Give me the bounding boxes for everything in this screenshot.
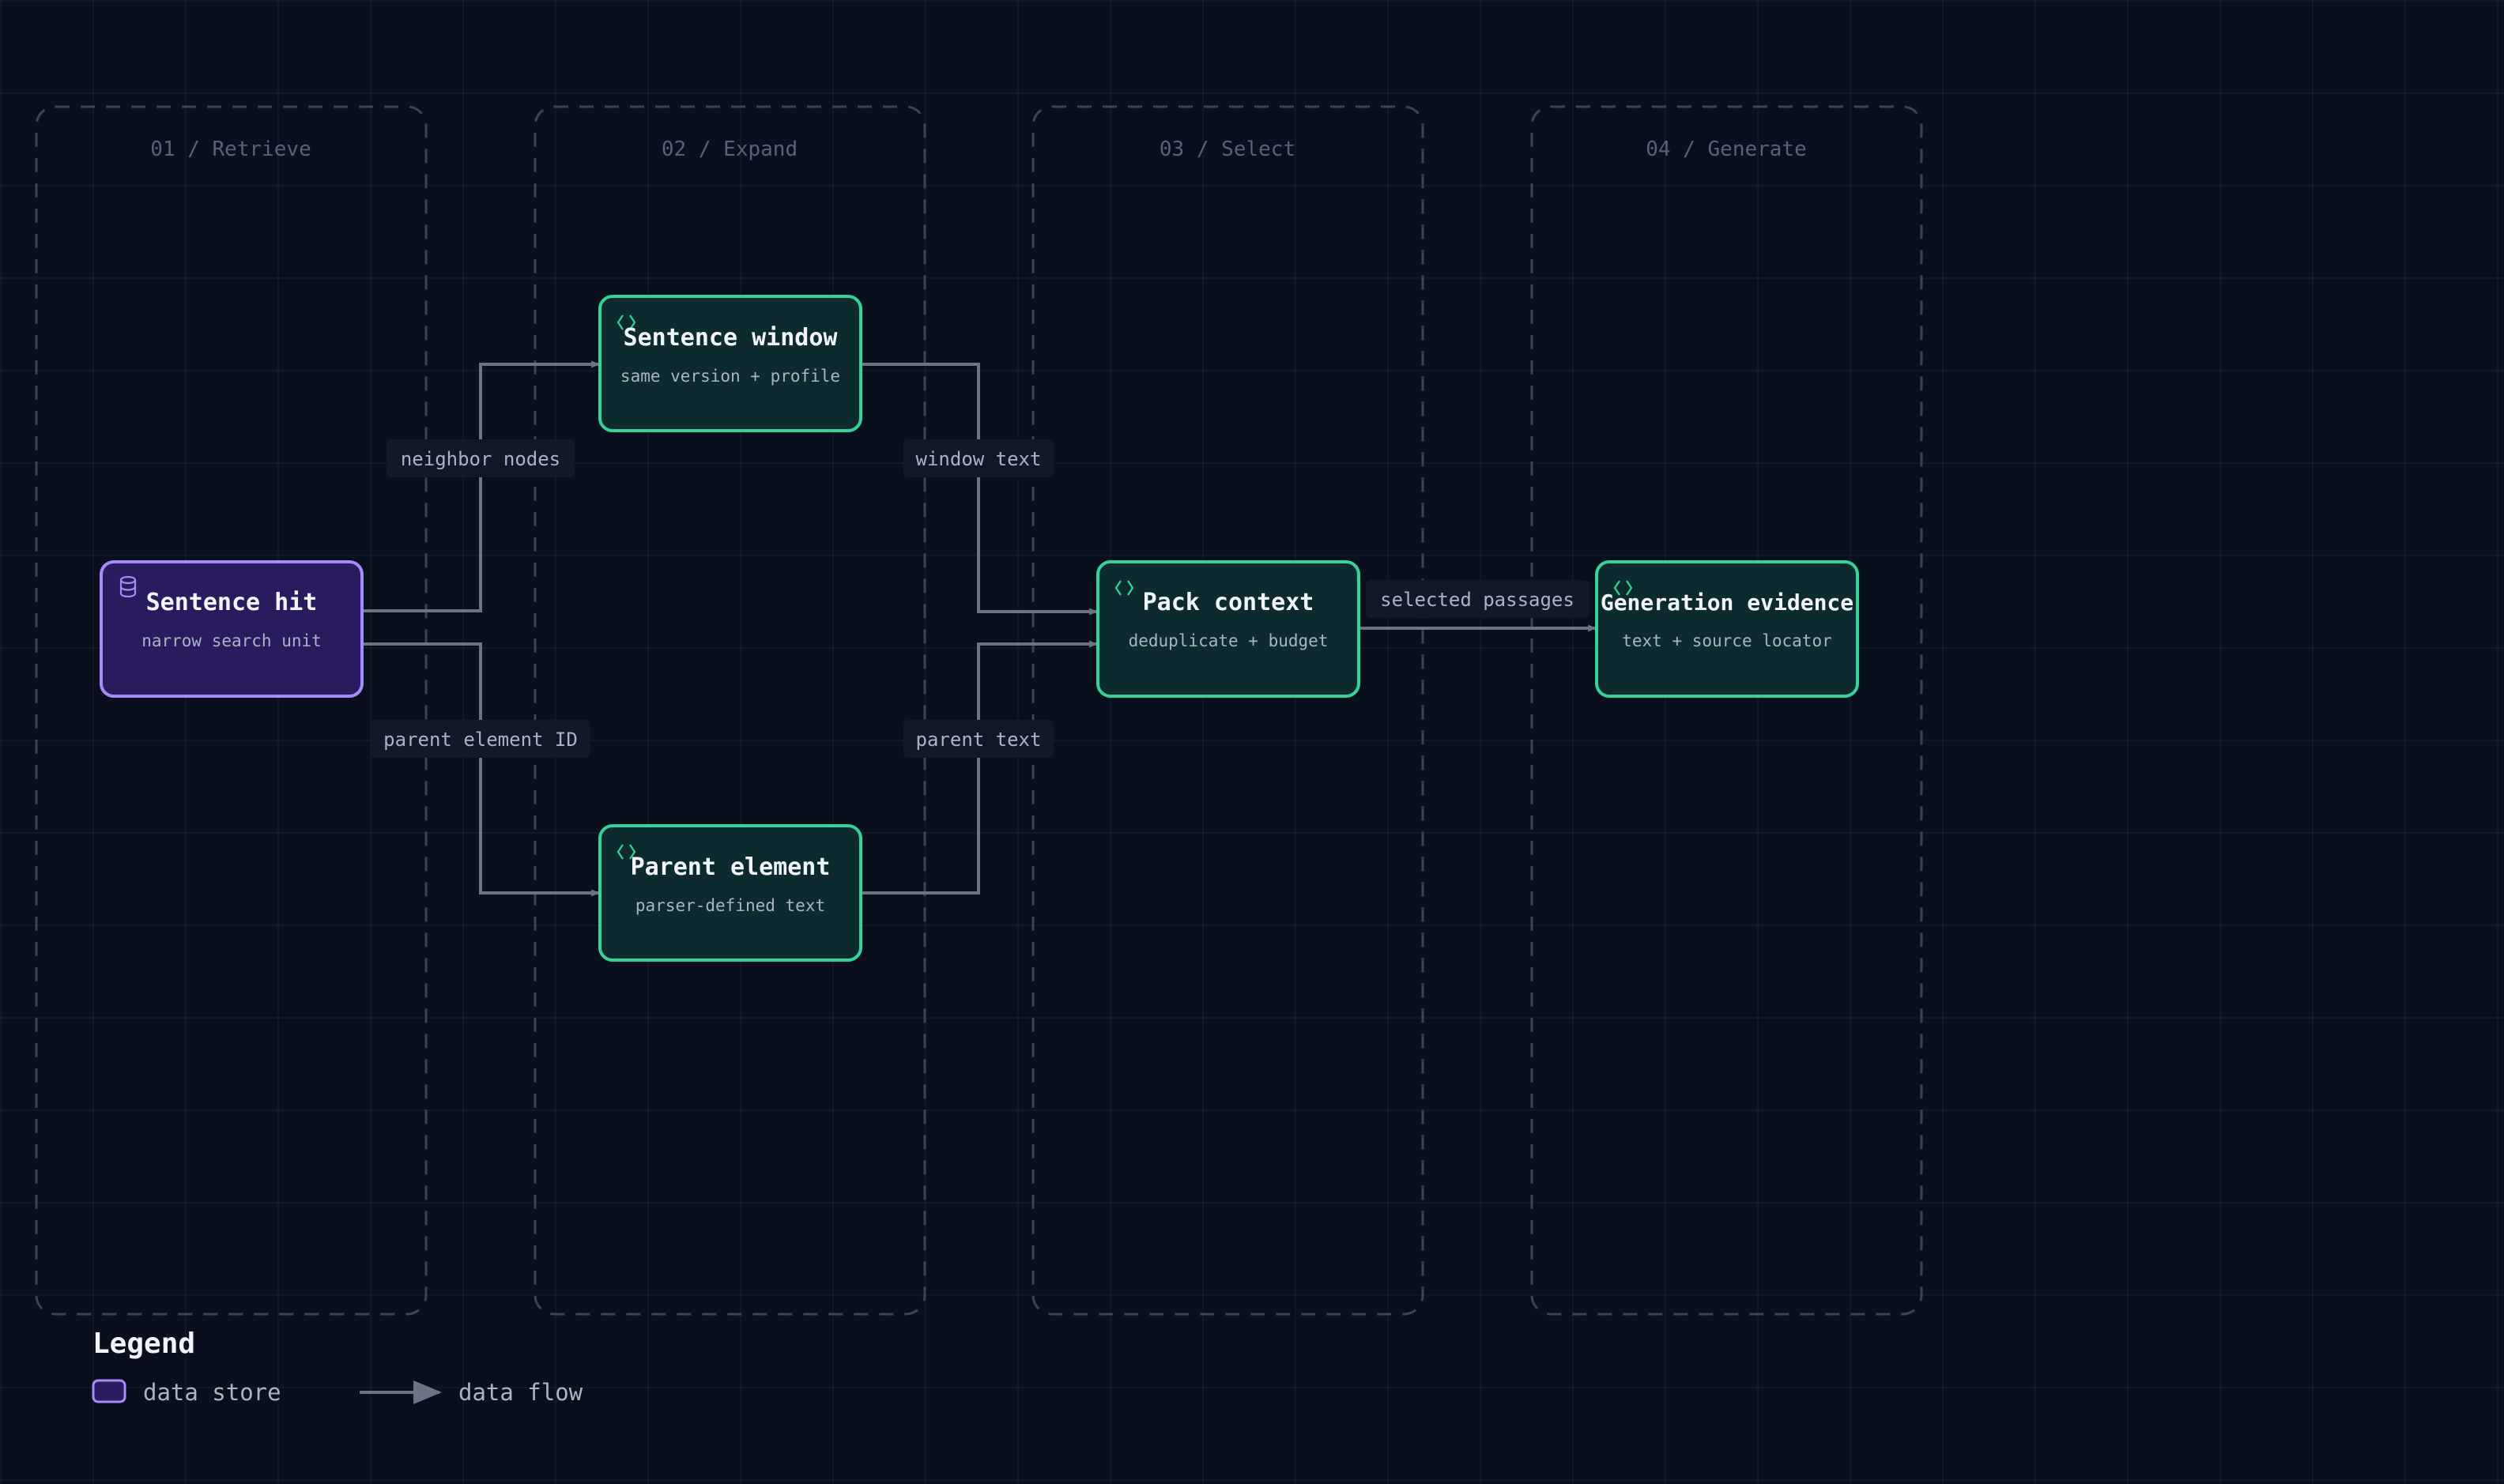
edge-parent-text [861, 640, 1098, 895]
node-subtitle: text + source locator [1622, 631, 1832, 650]
svg-text:selected passages: selected passages [1380, 589, 1574, 611]
node-title: Sentence window [624, 324, 839, 352]
edge-label-window-text: window text [903, 439, 1054, 477]
legend-store-swatch [92, 1379, 126, 1403]
svg-text:neighbor nodes: neighbor nodes [401, 448, 560, 470]
edge-label-parent-element-id: parent element ID [371, 720, 590, 758]
svg-text:window text: window text [916, 448, 1042, 470]
node-generation-evidence[interactable]: Generation evidence text + source locato… [1595, 560, 1859, 698]
node-sentence-hit[interactable]: Sentence hit narrow search unit [100, 560, 364, 698]
edge-label-neighbor-nodes: neighbor nodes [387, 439, 575, 477]
svg-text:parent text: parent text [916, 729, 1042, 751]
lane-generate: 04 / Generate [1530, 105, 1923, 1316]
node-parent-element[interactable]: Parent element parser-defined text [598, 824, 862, 962]
legend-label: data store [143, 1379, 281, 1406]
node-title: Parent element [631, 853, 831, 881]
node-subtitle: parser-defined text [635, 896, 825, 915]
edge-neighbor-nodes [363, 360, 600, 612]
edge-parent-element-id [363, 642, 600, 897]
lane-expand: 02 / Expand [534, 105, 926, 1316]
node-subtitle: deduplicate + budget [1129, 631, 1329, 650]
pipeline-diagram: 01 / Retrieve 02 / Expand 03 / Select 04… [35, 105, 1923, 1406]
node-subtitle: same version + profile [620, 367, 840, 386]
lane-retrieve: 01 / Retrieve [35, 105, 428, 1316]
node-subtitle: narrow search unit [141, 631, 322, 650]
node-title: Sentence hit [146, 589, 318, 616]
lane-title: 02 / Expand [662, 137, 798, 161]
legend-title: Legend [92, 1328, 195, 1360]
node-title: Generation evidence [1601, 589, 1853, 616]
svg-text:parent element ID: parent element ID [383, 729, 578, 751]
legend-label: data flow [458, 1379, 583, 1406]
lane-title: 01 / Retrieve [150, 137, 311, 161]
lane-select: 03 / Select [1031, 105, 1424, 1316]
lane-title: 03 / Select [1160, 137, 1295, 161]
node-pack-context[interactable]: Pack context deduplicate + budget [1096, 560, 1360, 698]
lane-title: 04 / Generate [1646, 137, 1807, 161]
node-title: Pack context [1143, 589, 1314, 616]
node-sentence-window[interactable]: Sentence window same version + profile [598, 295, 862, 432]
edge-label-selected-passages: selected passages [1366, 580, 1590, 618]
edge-window-text [861, 363, 1098, 616]
legend: Legend data store data flow [92, 1328, 583, 1406]
edge-label-parent-text: parent text [903, 720, 1054, 758]
